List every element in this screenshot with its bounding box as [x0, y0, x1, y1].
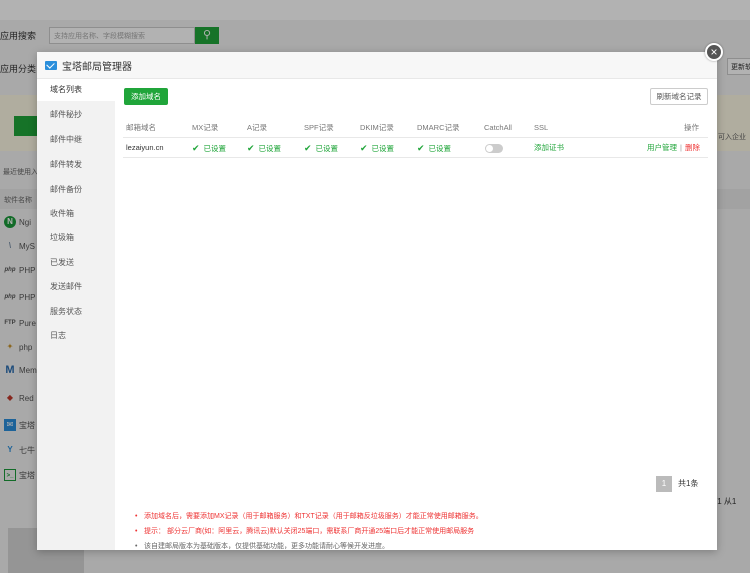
- domain-cell: lezaiyun.cn: [126, 143, 164, 152]
- pagination: 1 共1条: [656, 475, 698, 492]
- add-domain-button[interactable]: 添加域名: [124, 88, 168, 105]
- total-count: 共1条: [678, 479, 699, 488]
- notes-list: 添加域名后，需要添加MX记录（用于邮箱服务）和TXT记录（用于邮箱反垃圾服务）才…: [135, 509, 695, 554]
- a-status-text: 已设置: [258, 144, 282, 153]
- col-ssl: SSL: [534, 123, 549, 132]
- domain-list-panel: 添加域名 刷新域名记录 邮箱域名 MX记录 A记录 SPF记录 DKIM记录 D…: [115, 79, 717, 554]
- col-spf: SPF记录: [304, 123, 334, 132]
- user-manage-link[interactable]: 用户管理: [647, 143, 677, 152]
- close-icon[interactable]: ×: [705, 43, 723, 61]
- sidebar-item-logs[interactable]: 日志: [37, 325, 115, 347]
- catchall-toggle[interactable]: [485, 144, 503, 153]
- col-a: A记录: [247, 123, 268, 132]
- mail-icon: [45, 60, 57, 70]
- spf-status: ✔ 已设置: [304, 138, 338, 158]
- sidebar-item-domain-list[interactable]: 域名列表: [37, 79, 115, 101]
- dmarc-status: ✔ 已设置: [417, 138, 451, 158]
- note-item: 该自建邮局版本为基础版本，仅提供基础功能，更多功能请耐心等候开发进度。: [135, 539, 695, 554]
- spf-status-text: 已设置: [315, 144, 339, 153]
- check-icon: ✔: [192, 143, 200, 153]
- mx-status-text: 已设置: [203, 144, 227, 153]
- sidebar-item-mail-backup[interactable]: 邮件备份: [37, 179, 115, 201]
- separator: |: [680, 143, 682, 152]
- modal-header: 宝塔邮局管理器: [37, 52, 717, 79]
- sidebar-item-mail-bcc[interactable]: 邮件秘抄: [37, 104, 115, 126]
- modal-title: 宝塔邮局管理器: [62, 61, 132, 73]
- col-dkim: DKIM记录: [360, 123, 394, 132]
- table-header: 邮箱域名 MX记录 A记录 SPF记录 DKIM记录 DMARC记录 Catch…: [123, 118, 708, 138]
- note-item: 提示： 部分云厂商(如：阿里云，腾讯云)默认关闭25端口，需联系厂商开通25端口…: [135, 524, 695, 539]
- a-status: ✔ 已设置: [247, 138, 281, 158]
- delete-link[interactable]: 删除: [685, 143, 700, 152]
- refresh-domain-records-button[interactable]: 刷新域名记录: [650, 88, 708, 105]
- mail-manager-modal: 宝塔邮局管理器 域名列表 邮件秘抄 邮件中继 邮件转发 邮件备份 收件箱 垃圾箱…: [37, 52, 717, 554]
- actions-cell: 用户管理 | 删除: [647, 138, 700, 158]
- add-ssl-link[interactable]: 添加证书: [534, 138, 564, 158]
- mx-status: ✔ 已设置: [192, 138, 226, 158]
- check-icon: ✔: [247, 143, 255, 153]
- dkim-status: ✔ 已设置: [360, 138, 394, 158]
- sidebar-item-service-status[interactable]: 服务状态: [37, 301, 115, 323]
- note-item: 添加域名后，需要添加MX记录（用于邮箱服务）和TXT记录（用于邮箱反垃圾服务）才…: [135, 509, 695, 524]
- col-mx: MX记录: [192, 123, 219, 132]
- check-icon: ✔: [304, 143, 312, 153]
- sidebar-item-mail-relay[interactable]: 邮件中继: [37, 129, 115, 151]
- col-catchall: CatchAll: [484, 123, 512, 132]
- check-icon: ✔: [360, 143, 368, 153]
- page-number[interactable]: 1: [656, 475, 672, 492]
- table-row: lezaiyun.cn ✔ 已设置 ✔ 已设置 ✔ 已设置 ✔ 已设置 ✔ 已设置 添加证…: [123, 138, 708, 158]
- col-actions: 操作: [684, 123, 699, 132]
- check-icon: ✔: [417, 143, 425, 153]
- dkim-status-text: 已设置: [371, 144, 395, 153]
- domain-table: 邮箱域名 MX记录 A记录 SPF记录 DKIM记录 DMARC记录 Catch…: [123, 118, 708, 158]
- sidebar-item-spam[interactable]: 垃圾箱: [37, 227, 115, 249]
- col-dmarc: DMARC记录: [417, 123, 460, 132]
- dmarc-status-text: 已设置: [428, 144, 452, 153]
- sidebar-item-mail-forward[interactable]: 邮件转发: [37, 154, 115, 176]
- col-domain: 邮箱域名: [126, 123, 156, 132]
- sidebar-item-send-mail[interactable]: 发送邮件: [37, 276, 115, 298]
- sidebar-item-sent[interactable]: 已发送: [37, 252, 115, 274]
- modal-sidebar: 域名列表 邮件秘抄 邮件中继 邮件转发 邮件备份 收件箱 垃圾箱 已发送 发送邮…: [37, 79, 115, 550]
- sidebar-item-inbox[interactable]: 收件箱: [37, 203, 115, 225]
